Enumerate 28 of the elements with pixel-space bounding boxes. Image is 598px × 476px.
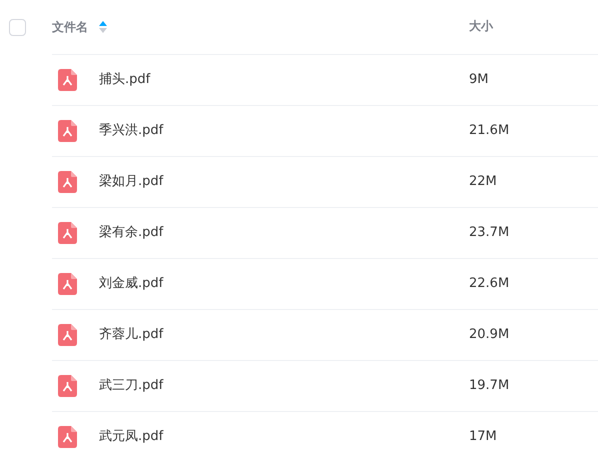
file-name[interactable]: 梁如月.pdf [99,172,469,192]
file-name[interactable]: 季兴洪.pdf [99,121,469,141]
file-size: 20.9M [469,326,510,344]
file-size: 22.6M [469,275,510,294]
file-size: 17M [469,428,498,446]
checkbox[interactable] [9,18,26,36]
file-size: 9M [469,71,490,90]
column-header[interactable]: 大小 [469,19,493,34]
pdf-file-icon [58,171,77,193]
file-name[interactable]: 捕头.pdf [99,70,469,90]
file-size: 21.6M [469,122,510,140]
file-size: 19.7M [469,377,510,396]
pdf-file-icon [58,222,77,244]
pdf-file-icon [58,324,77,346]
pdf-file-icon [58,69,77,91]
pdf-file-icon [58,375,77,397]
pdf-file-icon [58,273,77,295]
pdf-file-icon [58,426,77,448]
sort-icon[interactable] [99,21,107,33]
file-name[interactable]: 梁有余.pdf [99,223,469,243]
file-name[interactable]: 刘金威.pdf [99,274,469,294]
column-header[interactable]: 文件名 [52,18,88,36]
file-name[interactable]: 武三刀.pdf [99,376,469,396]
file-name[interactable]: 武元凤.pdf [99,427,469,447]
file-size: 23.7M [469,224,510,242]
pdf-file-icon [58,120,77,142]
file-size: 22M [469,173,498,192]
file-name[interactable]: 齐蓉儿.pdf [99,325,469,345]
